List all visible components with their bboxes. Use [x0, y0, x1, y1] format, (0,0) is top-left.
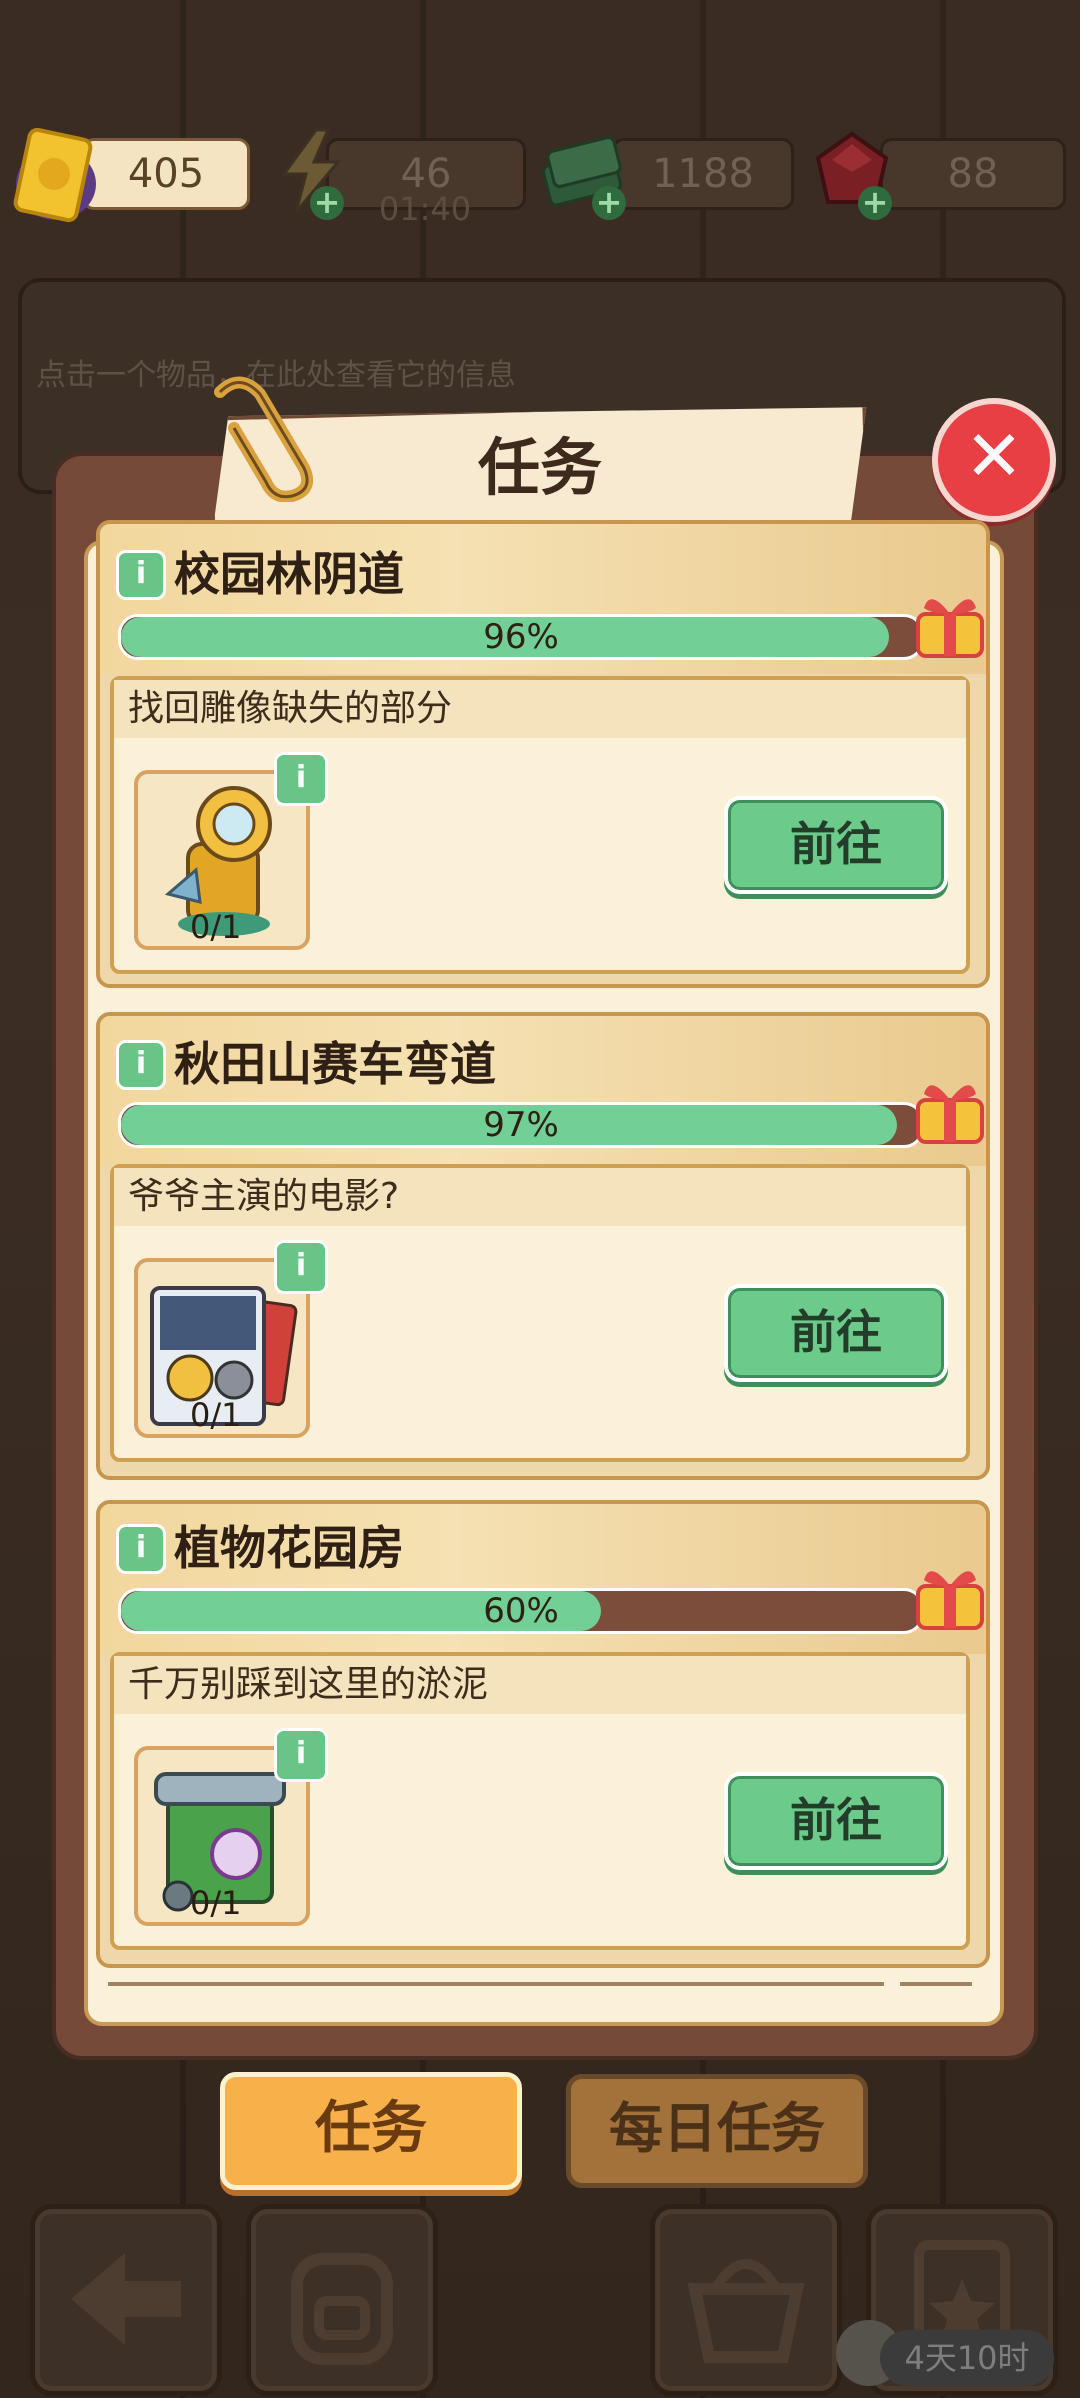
event-timer: 4天10时 — [880, 2330, 1054, 2386]
gem-counter[interactable]: 88 — [880, 138, 1066, 210]
item-count: 0/1 — [190, 1396, 242, 1434]
location-info-icon[interactable]: i — [116, 1524, 166, 1574]
add-gem-icon[interactable]: + — [858, 186, 892, 220]
add-cash-icon[interactable]: + — [592, 186, 626, 220]
scrollbar-thumb[interactable] — [900, 1982, 972, 1986]
ticket-value: 405 — [127, 151, 205, 197]
item-count: 0/1 — [190, 1884, 242, 1922]
tab-tasks[interactable]: 任务 — [220, 2072, 522, 2190]
gift-box-icon[interactable] — [910, 584, 990, 664]
task-card: i 秋田山赛车弯道 97% 爷爷主演的电影? i 0/1 前往 — [96, 1012, 990, 1480]
shop-basket-button[interactable] — [650, 2204, 842, 2396]
cash-counter[interactable]: 1188 — [612, 138, 794, 210]
energy-timer: 01:40 — [378, 190, 472, 228]
tab-daily-tasks[interactable]: 每日任务 — [566, 2074, 868, 2188]
task-title: 找回雕像缺失的部分 — [114, 680, 966, 738]
ticket-icon — [13, 127, 96, 223]
task-detail: 爷爷主演的电影? i 0/1 前往 — [110, 1164, 970, 1462]
gem-value: 88 — [947, 151, 999, 197]
location-info-icon[interactable]: i — [116, 550, 166, 600]
basket-icon — [687, 2259, 805, 2363]
go-button[interactable]: 前往 — [724, 1284, 948, 1382]
item-info-icon[interactable]: i — [274, 1240, 328, 1294]
progress-bar: 60% — [118, 1588, 924, 1634]
item-info-icon[interactable]: i — [274, 1728, 328, 1782]
gift-box-icon[interactable] — [910, 1556, 990, 1636]
task-title: 爷爷主演的电影? — [114, 1168, 966, 1226]
ticket-counter[interactable]: 405 — [82, 138, 250, 210]
item-count: 0/1 — [190, 908, 242, 946]
location-name: 秋田山赛车弯道 — [174, 1037, 496, 1091]
paperclip-icon — [214, 376, 313, 502]
gift-box-icon[interactable] — [910, 1070, 990, 1150]
progress-label: 97% — [483, 1105, 559, 1145]
task-detail: 找回雕像缺失的部分 i 0/1 前往 — [110, 676, 970, 974]
item-info-icon[interactable]: i — [274, 752, 328, 806]
back-button[interactable] — [30, 2204, 222, 2396]
close-button[interactable]: ✕ — [932, 398, 1056, 522]
go-button[interactable]: 前往 — [724, 1772, 948, 1870]
location-info-icon[interactable]: i — [116, 1040, 166, 1090]
cash-value: 1188 — [652, 151, 754, 197]
scrollbar-track[interactable] — [108, 1982, 884, 1986]
task-card: i 校园林阴道 96% 找回雕像缺失的部分 i 0/1 前往 — [96, 520, 990, 988]
progress-bar: 96% — [118, 614, 924, 660]
add-energy-icon[interactable]: + — [310, 186, 344, 220]
go-button[interactable]: 前往 — [724, 796, 948, 894]
location-name: 植物花园房 — [174, 1521, 404, 1575]
progress-label: 60% — [483, 1591, 559, 1631]
task-card: i 植物花园房 60% 千万别踩到这里的淤泥 i 0/1 前往 — [96, 1500, 990, 1968]
task-detail: 千万别踩到这里的淤泥 i 0/1 前往 — [110, 1652, 970, 1950]
task-title: 千万别踩到这里的淤泥 — [114, 1656, 966, 1714]
arrow-left-icon — [71, 2253, 181, 2345]
progress-bar: 97% — [118, 1102, 924, 1148]
backpack-icon — [291, 2253, 393, 2365]
progress-label: 96% — [483, 617, 559, 657]
location-name: 校园林阴道 — [174, 547, 404, 601]
backpack-button[interactable] — [246, 2204, 438, 2396]
